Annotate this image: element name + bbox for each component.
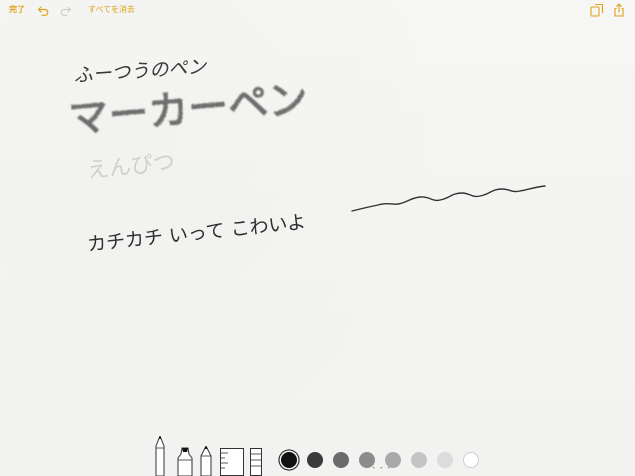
handwriting-pen-line: ふーつうのペン	[73, 56, 208, 87]
color-swatch-6[interactable]	[411, 452, 427, 468]
page-indicator: • • •	[372, 465, 392, 472]
color-swatch-2[interactable]	[307, 452, 323, 468]
ruler-tool[interactable]	[220, 448, 244, 476]
handwriting-pencil-line: えんぴつ	[86, 150, 176, 184]
marker-tool[interactable]	[176, 446, 194, 476]
wavy-stroke	[351, 185, 546, 212]
eraser-tool[interactable]	[250, 448, 262, 476]
note-canvas[interactable]: 完了 すべてを消去 ふーつうのペン マーカーペン えんぴつ カチカチ いって こ…	[0, 0, 635, 476]
drawing-layer: ふーつうのペン マーカーペン えんぴつ カチカチ いって こわいよ	[67, 56, 546, 256]
color-swatch-3[interactable]	[333, 452, 349, 468]
handwriting-bottom-line: カチカチ いって こわいよ	[86, 211, 307, 256]
pen-tool[interactable]	[153, 436, 167, 476]
svg-text:マーカーペン: マーカーペン	[67, 76, 310, 143]
color-swatch-8[interactable]	[463, 452, 479, 468]
color-swatch-1[interactable]	[281, 452, 297, 468]
pencil-tool[interactable]	[198, 446, 214, 476]
tool-palette	[0, 430, 635, 476]
handwriting-marker-line: マーカーペン	[67, 76, 310, 143]
svg-text:えんぴつ: えんぴつ	[86, 150, 176, 184]
color-swatch-7[interactable]	[437, 452, 453, 468]
